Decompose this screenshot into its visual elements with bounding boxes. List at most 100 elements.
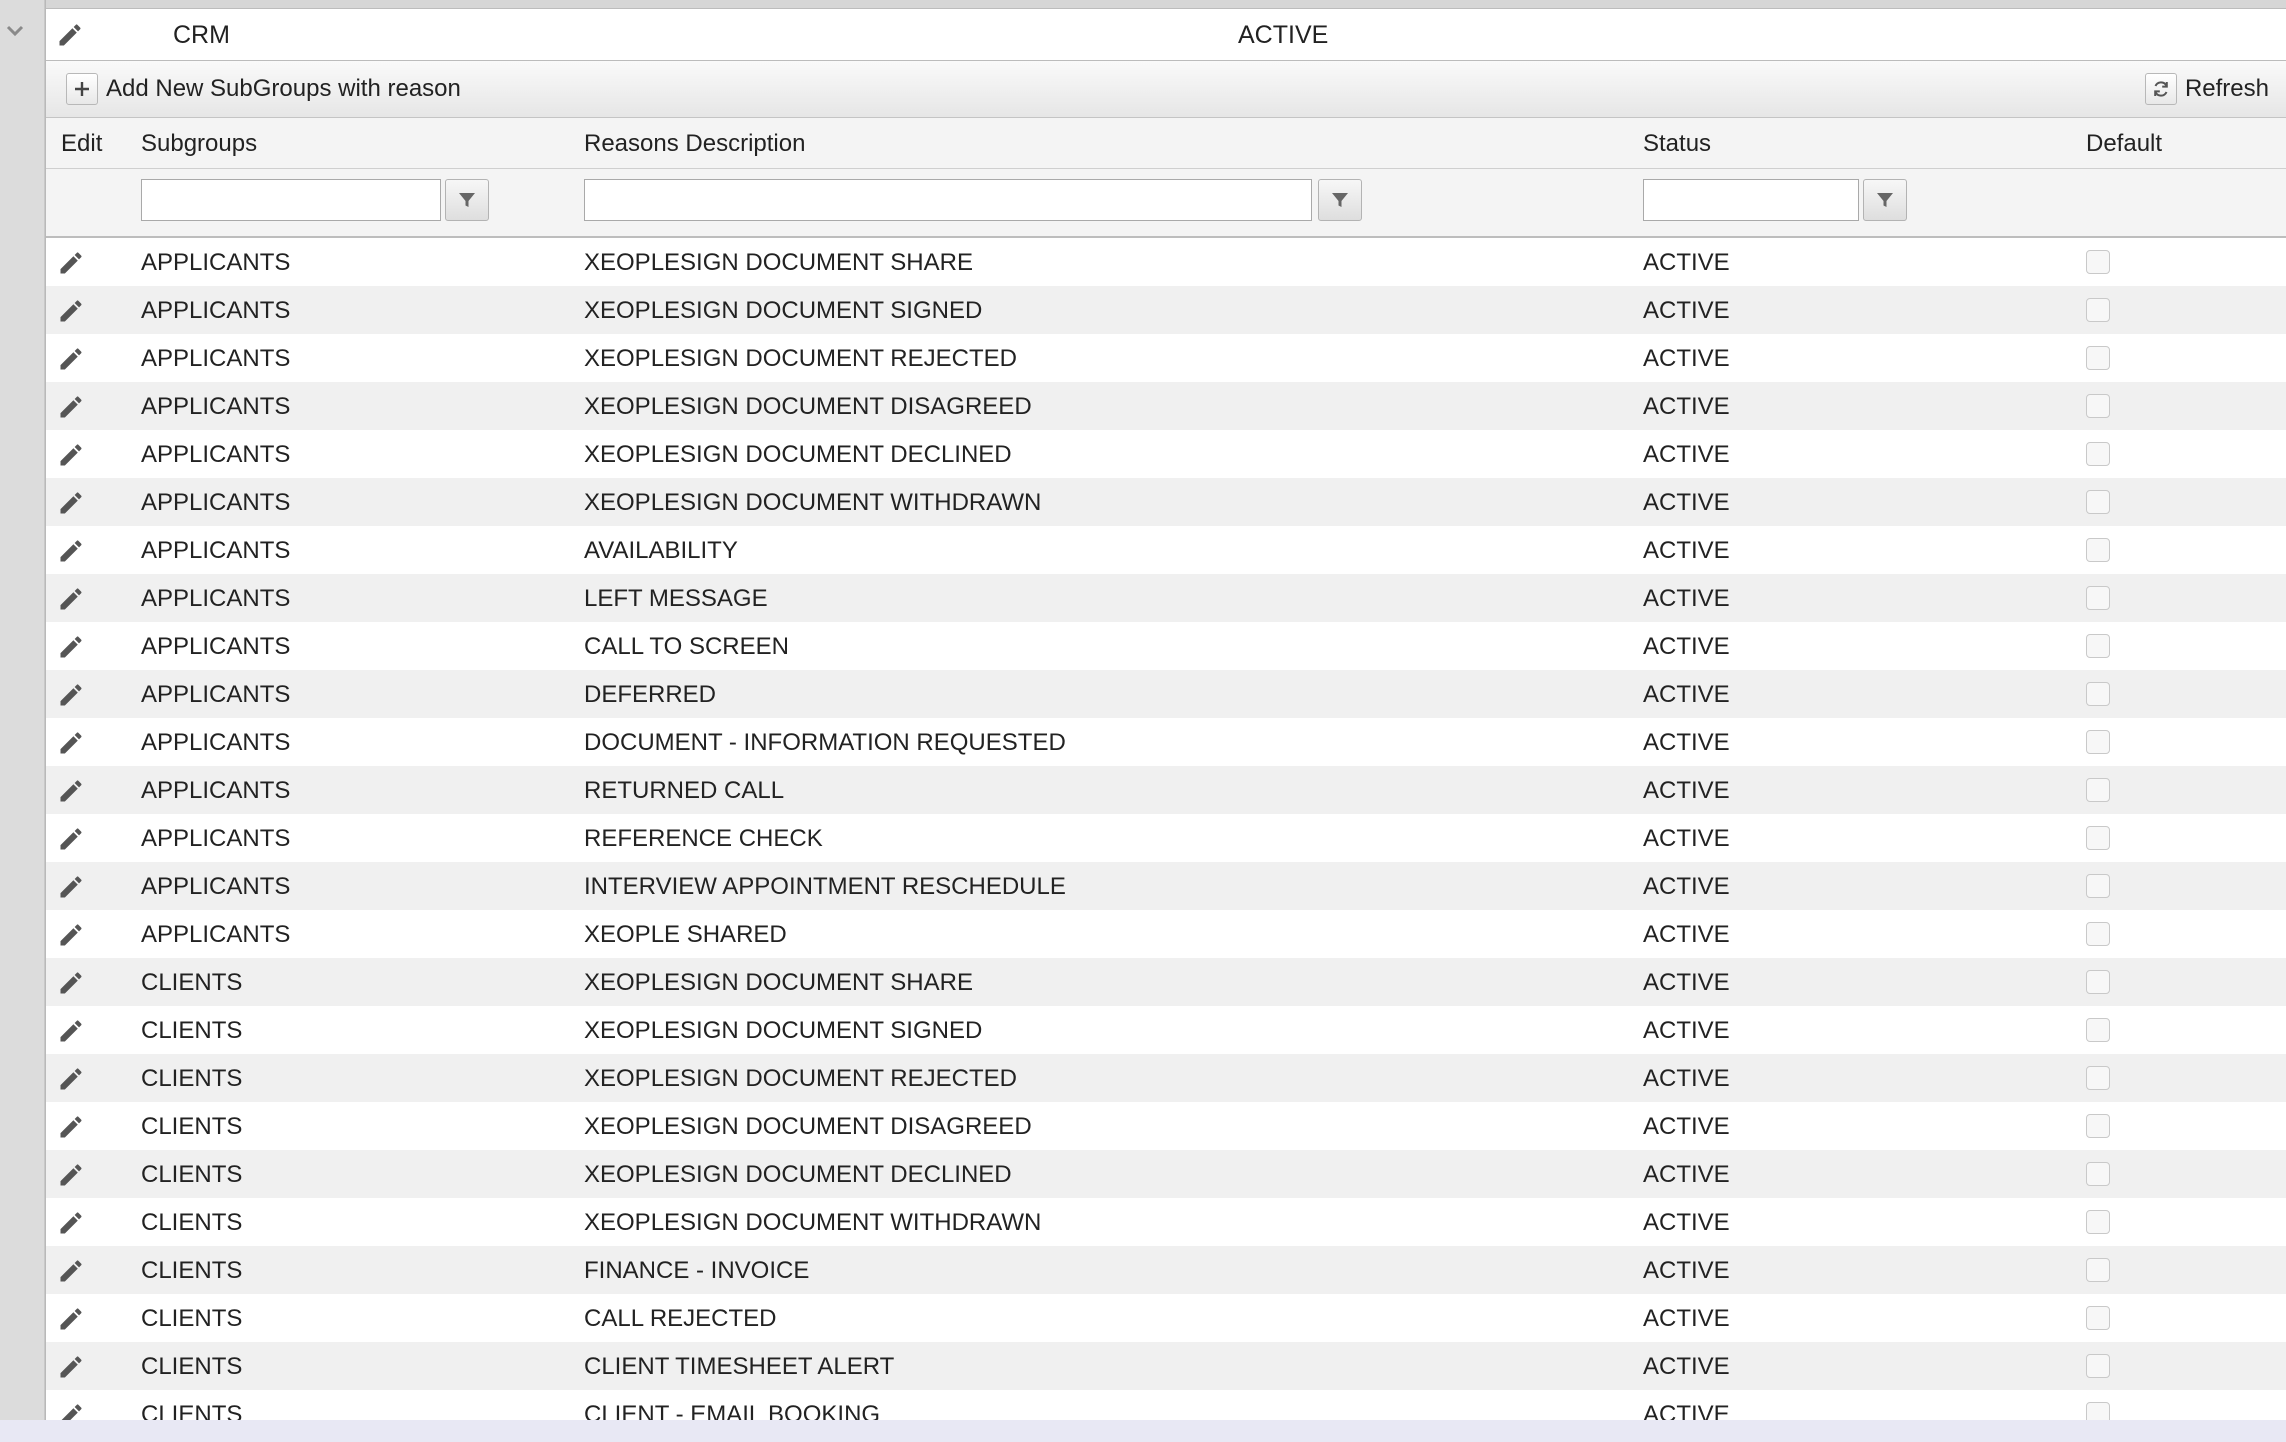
- default-checkbox[interactable]: [2086, 346, 2110, 370]
- column-header-status[interactable]: Status: [1643, 130, 1711, 158]
- default-checkbox[interactable]: [2086, 586, 2110, 610]
- pencil-icon[interactable]: [57, 1161, 85, 1196]
- pencil-icon[interactable]: [57, 1113, 85, 1148]
- pencil-icon[interactable]: [57, 441, 85, 476]
- default-checkbox[interactable]: [2086, 490, 2110, 514]
- table-row[interactable]: APPLICANTS AVAILABILITY ACTIVE: [46, 526, 2286, 574]
- default-checkbox[interactable]: [2086, 538, 2110, 562]
- pencil-icon[interactable]: [57, 777, 85, 812]
- column-header-reasons[interactable]: Reasons Description: [584, 130, 805, 158]
- subgroup-cell: CLIENTS: [141, 969, 243, 996]
- default-checkbox[interactable]: [2086, 1018, 2110, 1042]
- pencil-icon[interactable]: [57, 585, 85, 620]
- pencil-icon[interactable]: [56, 21, 84, 56]
- table-row[interactable]: APPLICANTS XEOPLESIGN DOCUMENT SHARE ACTIV…: [46, 238, 2286, 286]
- column-header-default[interactable]: Default: [2086, 130, 2162, 158]
- reasons-filter-button[interactable]: [1318, 179, 1362, 221]
- default-checkbox[interactable]: [2086, 1354, 2110, 1378]
- default-checkbox[interactable]: [2086, 682, 2110, 706]
- default-checkbox[interactable]: [2086, 250, 2110, 274]
- default-checkbox[interactable]: [2086, 1066, 2110, 1090]
- reason-cell: INTERVIEW APPOINTMENT RESCHEDULE: [584, 873, 1066, 900]
- pencil-icon[interactable]: [57, 1257, 85, 1292]
- table-row[interactable]: APPLICANTS XEOPLE SHARED ACTIVE: [46, 910, 2286, 958]
- default-checkbox[interactable]: [2086, 922, 2110, 946]
- refresh-button[interactable]: Refresh: [2144, 73, 2269, 105]
- pencil-icon[interactable]: [57, 729, 85, 764]
- default-checkbox[interactable]: [2086, 1258, 2110, 1282]
- default-checkbox[interactable]: [2086, 634, 2110, 658]
- pencil-icon[interactable]: [57, 1209, 85, 1244]
- table-row[interactable]: APPLICANTS DOCUMENT - INFORMATION REQUEST…: [46, 718, 2286, 766]
- subgroup-cell: APPLICANTS: [141, 633, 291, 660]
- pencil-icon[interactable]: [57, 825, 85, 860]
- default-checkbox[interactable]: [2086, 1114, 2110, 1138]
- default-checkbox[interactable]: [2086, 1306, 2110, 1330]
- default-checkbox[interactable]: [2086, 442, 2110, 466]
- pencil-icon[interactable]: [57, 489, 85, 524]
- table-row[interactable]: CLIENTS CLIENT - EMAIL BOOKING ACTIVE: [46, 1390, 2286, 1420]
- default-checkbox[interactable]: [2086, 970, 2110, 994]
- table-row[interactable]: CLIENTS CALL REJECTED ACTIVE: [46, 1294, 2286, 1342]
- pencil-icon[interactable]: [57, 1401, 85, 1420]
- pencil-icon[interactable]: [57, 345, 85, 380]
- table-row[interactable]: APPLICANTS INTERVIEW APPOINTMENT RESCHEDU…: [46, 862, 2286, 910]
- table-row[interactable]: APPLICANTS CALL TO SCREEN ACTIVE: [46, 622, 2286, 670]
- parent-group-row[interactable]: CRM ACTIVE: [46, 9, 2286, 61]
- pencil-icon[interactable]: [57, 297, 85, 332]
- status-cell: ACTIVE: [1643, 1257, 1730, 1284]
- pencil-icon[interactable]: [57, 249, 85, 284]
- table-row[interactable]: CLIENTS XEOPLESIGN DOCUMENT DISAGREED ACTI…: [46, 1102, 2286, 1150]
- column-header-subgroups[interactable]: Subgroups: [141, 130, 257, 158]
- default-checkbox[interactable]: [2086, 1210, 2110, 1234]
- table-row[interactable]: CLIENTS FINANCE - INVOICE ACTIVE: [46, 1246, 2286, 1294]
- reasons-filter-input[interactable]: [584, 179, 1312, 221]
- table-row[interactable]: APPLICANTS RETURNED CALL ACTIVE: [46, 766, 2286, 814]
- status-cell: ACTIVE: [1643, 1305, 1730, 1332]
- table-row[interactable]: APPLICANTS DEFERRED ACTIVE: [46, 670, 2286, 718]
- table-row[interactable]: CLIENTS XEOPLESIGN DOCUMENT DECLINED ACTIV…: [46, 1150, 2286, 1198]
- pencil-icon[interactable]: [57, 873, 85, 908]
- pencil-icon[interactable]: [57, 681, 85, 716]
- default-checkbox[interactable]: [2086, 394, 2110, 418]
- default-checkbox[interactable]: [2086, 1402, 2110, 1420]
- default-checkbox[interactable]: [2086, 874, 2110, 898]
- status-filter-input[interactable]: [1643, 179, 1859, 221]
- status-cell: ACTIVE: [1643, 249, 1730, 276]
- pencil-icon[interactable]: [57, 1353, 85, 1388]
- subgroups-filter-button[interactable]: [445, 179, 489, 221]
- table-row[interactable]: APPLICANTS XEOPLESIGN DOCUMENT DECLINED AC…: [46, 430, 2286, 478]
- subgroup-cell: APPLICANTS: [141, 393, 291, 420]
- pencil-icon[interactable]: [57, 1017, 85, 1052]
- subgroup-cell: APPLICANTS: [141, 345, 291, 372]
- default-checkbox[interactable]: [2086, 298, 2110, 322]
- table-row[interactable]: APPLICANTS XEOPLESIGN DOCUMENT WITHDRAWN A…: [46, 478, 2286, 526]
- table-row[interactable]: APPLICANTS XEOPLESIGN DOCUMENT DISAGREED A…: [46, 382, 2286, 430]
- table-row[interactable]: CLIENTS XEOPLESIGN DOCUMENT SIGNED ACTIVE: [46, 1006, 2286, 1054]
- pencil-icon[interactable]: [57, 393, 85, 428]
- table-row[interactable]: CLIENTS XEOPLESIGN DOCUMENT REJECTED ACTIV…: [46, 1054, 2286, 1102]
- table-row[interactable]: APPLICANTS XEOPLESIGN DOCUMENT REJECTED AC…: [46, 334, 2286, 382]
- table-row[interactable]: APPLICANTS LEFT MESSAGE ACTIVE: [46, 574, 2286, 622]
- status-filter-button[interactable]: [1863, 179, 1907, 221]
- default-checkbox[interactable]: [2086, 778, 2110, 802]
- pencil-icon[interactable]: [57, 969, 85, 1004]
- table-row[interactable]: CLIENTS XEOPLESIGN DOCUMENT SHARE ACTIVE: [46, 958, 2286, 1006]
- collapse-toggle[interactable]: [2, 18, 28, 44]
- pencil-icon[interactable]: [57, 921, 85, 956]
- subgroup-cell: CLIENTS: [141, 1257, 243, 1284]
- table-row[interactable]: APPLICANTS XEOPLESIGN DOCUMENT SIGNED ACTI…: [46, 286, 2286, 334]
- default-checkbox[interactable]: [2086, 730, 2110, 754]
- default-checkbox[interactable]: [2086, 826, 2110, 850]
- table-row[interactable]: APPLICANTS REFERENCE CHECK ACTIVE: [46, 814, 2286, 862]
- status-cell: ACTIVE: [1643, 393, 1730, 420]
- pencil-icon[interactable]: [57, 633, 85, 668]
- pencil-icon[interactable]: [57, 537, 85, 572]
- table-row[interactable]: CLIENTS CLIENT TIMESHEET ALERT ACTIVE: [46, 1342, 2286, 1390]
- table-row[interactable]: CLIENTS XEOPLESIGN DOCUMENT WITHDRAWN ACTI…: [46, 1198, 2286, 1246]
- pencil-icon[interactable]: [57, 1305, 85, 1340]
- pencil-icon[interactable]: [57, 1065, 85, 1100]
- subgroups-filter-input[interactable]: [141, 179, 441, 221]
- add-subgroup-button[interactable]: Add New SubGroups with reason: [66, 73, 461, 105]
- default-checkbox[interactable]: [2086, 1162, 2110, 1186]
